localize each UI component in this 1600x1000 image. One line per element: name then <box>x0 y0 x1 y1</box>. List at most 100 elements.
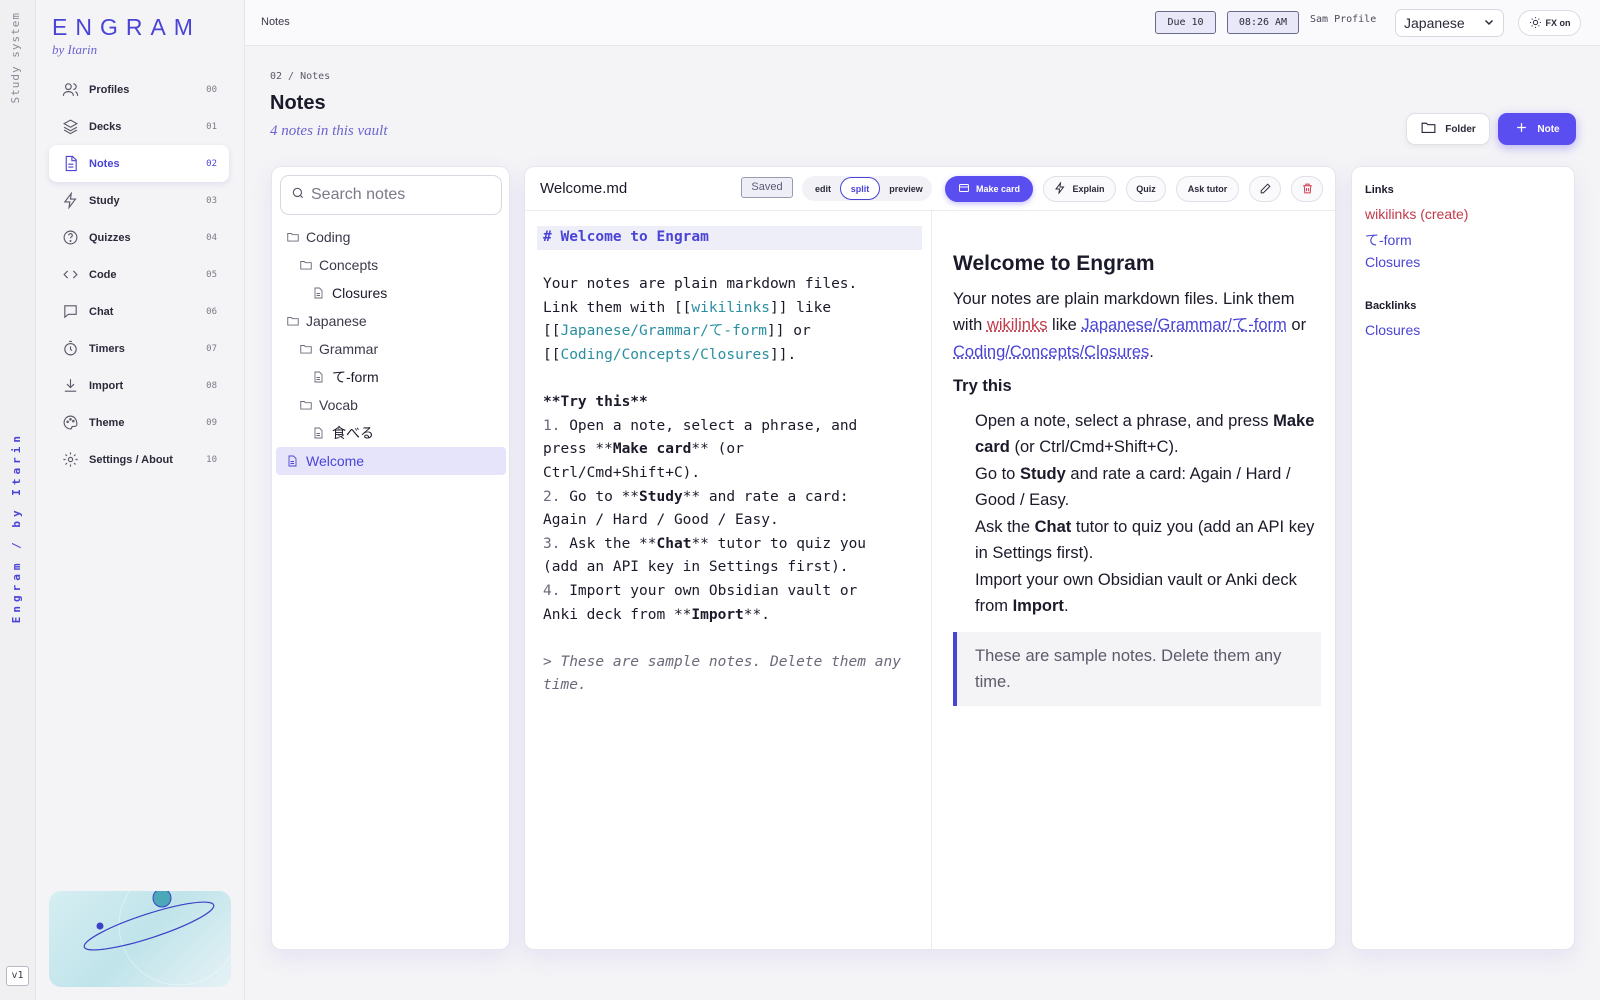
quiz-button[interactable]: Quiz <box>1126 176 1166 202</box>
fx-label: FX on <box>1545 18 1571 28</box>
sidebar-item-study[interactable]: Study 03 <box>49 182 229 219</box>
mode-split-button[interactable]: split <box>840 177 880 200</box>
sidebar-nav: Profiles 00 Decks 01 Notes 02 Study 03 Q… <box>49 71 229 478</box>
profile-label[interactable]: Sam Profile <box>1310 14 1376 25</box>
sidebar-item-label: Settings / About <box>89 453 173 466</box>
version-badge[interactable]: v1 <box>6 966 29 986</box>
tree-label: 食べる <box>332 425 374 441</box>
language-select-value: Japanese <box>1404 15 1465 31</box>
sidebar-item-decks[interactable]: Decks 01 <box>49 108 229 145</box>
wikilink-closures[interactable]: Coding/Concepts/Closures <box>953 343 1149 361</box>
tree-folder-coding[interactable]: Coding <box>276 223 506 251</box>
tree-label: Grammar <box>319 341 379 357</box>
card-icon <box>958 182 970 196</box>
sidebar-item-number: 08 <box>206 380 217 391</box>
tree-file-te-form[interactable]: て-form <box>276 363 506 391</box>
list-item: Open a note, select a phrase, and press … <box>975 411 1315 457</box>
sidebar-item-profiles[interactable]: Profiles 00 <box>49 71 229 108</box>
gear-icon <box>61 451 79 469</box>
tree-file-welcome[interactable]: Welcome <box>276 447 506 475</box>
mode-edit-button[interactable]: edit <box>805 177 841 200</box>
plus-icon <box>1514 120 1529 138</box>
page-title: Notes <box>270 92 326 114</box>
search-input[interactable] <box>311 186 491 204</box>
tree-folder-vocab[interactable]: Vocab <box>276 391 506 419</box>
sidebar-item-notes[interactable]: Notes 02 <box>49 145 229 182</box>
sidebar-item-number: 07 <box>206 343 217 354</box>
language-select[interactable]: Japanese <box>1395 9 1504 37</box>
new-folder-button[interactable]: Folder <box>1406 113 1490 145</box>
sidebar-item-quizzes[interactable]: Quizzes 04 <box>49 219 229 256</box>
mode-preview-button[interactable]: preview <box>881 177 931 200</box>
sidebar-item-import[interactable]: Import 08 <box>49 367 229 404</box>
source-line: [[Coding/Concepts/Closures]]. <box>543 346 797 363</box>
sidebar-item-label: Decks <box>89 120 122 133</box>
new-folder-label: Folder <box>1445 123 1476 135</box>
backlinks-heading: Backlinks <box>1365 300 1417 312</box>
folder-icon <box>299 398 313 412</box>
source-line: 3. Ask the **Chat** tutor to quiz you <box>543 535 867 552</box>
tree-label: Japanese <box>306 313 367 329</box>
tree-label: Vocab <box>319 397 358 413</box>
sidebar-item-label: Timers <box>89 342 125 355</box>
wikilink-te-form[interactable]: Japanese/Grammar/て-form <box>1081 316 1286 334</box>
tree-folder-grammar[interactable]: Grammar <box>276 335 506 363</box>
explain-button[interactable]: Explain <box>1043 176 1116 202</box>
markdown-source-editor[interactable]: # Welcome to Engram Your notes are plain… <box>537 226 922 698</box>
logo-by: by Itarin <box>52 42 98 57</box>
rename-button[interactable] <box>1249 176 1281 202</box>
delete-button[interactable] <box>1291 176 1323 202</box>
code-icon <box>61 266 79 284</box>
wikilink-missing[interactable]: wikilinks <box>987 316 1048 334</box>
folder-icon <box>1420 119 1437 139</box>
sidebar-item-number: 10 <box>206 454 217 465</box>
tree-label: Closures <box>332 285 388 301</box>
sidebar-item-code[interactable]: Code 05 <box>49 256 229 293</box>
tree-file-closures[interactable]: Closures <box>276 279 506 307</box>
sidebar-item-label: Notes <box>89 157 120 170</box>
folder-icon <box>299 258 313 272</box>
bolt-icon <box>1054 181 1066 196</box>
preview-paragraph: Your notes are plain markdown files. Lin… <box>953 289 1307 361</box>
sidebar-item-timers[interactable]: Timers 07 <box>49 330 229 367</box>
chat-icon <box>61 303 79 321</box>
fx-toggle[interactable]: FX on <box>1518 10 1581 36</box>
source-line: **Try this** <box>543 394 648 411</box>
markdown-preview: Welcome to Engram Your notes are plain m… <box>953 251 1321 706</box>
preview-quote: These are sample notes. Delete them any … <box>953 631 1321 706</box>
rail-top-label: Study system <box>9 12 22 104</box>
sidebar-item-label: Quizzes <box>89 231 131 244</box>
left-rail: Study system Engram / by Itarin v1 <box>0 0 36 1000</box>
ask-tutor-button[interactable]: Ask tutor <box>1176 176 1239 202</box>
link-te-form[interactable]: て-form <box>1365 230 1412 250</box>
new-note-button[interactable]: Note <box>1498 113 1576 145</box>
document-icon <box>312 370 326 384</box>
logo: ENGRAM by Itarin <box>52 14 201 58</box>
sidebar-item-chat[interactable]: Chat 06 <box>49 293 229 330</box>
search-box[interactable] <box>280 175 502 215</box>
tree-folder-concepts[interactable]: Concepts <box>276 251 506 279</box>
list-item: Go to Study and rate a card: Again / Har… <box>975 464 1291 510</box>
editor-filename: Welcome.md <box>540 180 628 197</box>
sidebar-item-settings[interactable]: Settings / About 10 <box>49 441 229 478</box>
tree-file-taberu[interactable]: 食べる <box>276 419 506 447</box>
tree-folder-japanese[interactable]: Japanese <box>276 307 506 335</box>
file-tree-panel: Coding Concepts Closures Japanese Gramma… <box>271 166 510 950</box>
rail-brand-label: Engram / by Itarin <box>10 432 23 624</box>
sidebar-item-theme[interactable]: Theme 09 <box>49 404 229 441</box>
backlink-closures[interactable]: Closures <box>1365 322 1420 338</box>
source-line: Again / Hard / Good / Easy. <box>543 512 779 529</box>
link-closures[interactable]: Closures <box>1365 254 1420 270</box>
due-badge[interactable]: Due 10 <box>1155 11 1216 34</box>
links-panel: Links wikilinks (create) て-form Closures… <box>1351 166 1575 950</box>
sidebar-item-number: 05 <box>206 269 217 280</box>
link-wikilinks-create[interactable]: wikilinks (create) <box>1365 206 1468 222</box>
tree-label: Concepts <box>319 257 379 273</box>
source-line: Your notes are plain markdown files. <box>543 276 858 293</box>
bolt-icon <box>61 192 79 210</box>
sidebar-item-label: Import <box>89 379 124 392</box>
tree-label: Welcome <box>306 453 365 469</box>
preview-title: Welcome to Engram <box>953 252 1155 275</box>
sidebar-item-number: 00 <box>206 84 217 95</box>
make-card-button[interactable]: Make card <box>945 176 1033 202</box>
